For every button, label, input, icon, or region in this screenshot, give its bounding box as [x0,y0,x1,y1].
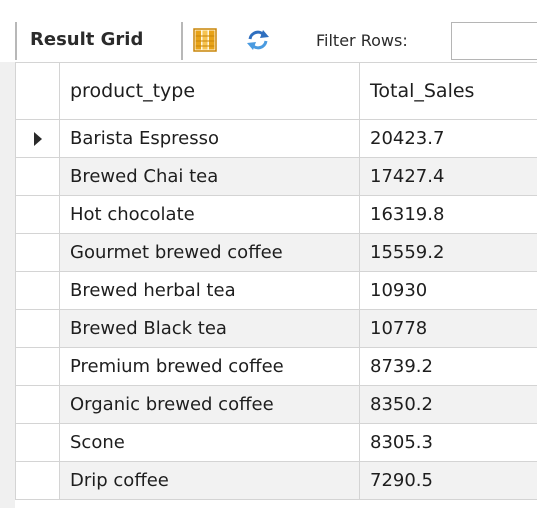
cell-product-type[interactable]: Brewed Chai tea [59,157,360,196]
toolbar-separator [15,22,17,60]
result-table: product_type Total_Sales Barista Espress… [15,62,537,500]
grid-layout-icon[interactable] [193,28,217,52]
cell-product-type[interactable]: Premium brewed coffee [59,347,360,386]
table-row[interactable]: Organic brewed coffee 8350.2 [15,385,537,424]
table-row[interactable]: Brewed Chai tea 17427.4 [15,157,537,196]
cell-total-sales[interactable]: 10778 [359,309,537,348]
cell-total-sales[interactable]: 10930 [359,271,537,310]
filter-rows-input[interactable] [451,22,537,60]
cell-total-sales[interactable]: 17427.4 [359,157,537,196]
row-indicator[interactable] [15,157,60,196]
table-row[interactable]: Gourmet brewed coffee 15559.2 [15,233,537,272]
cell-product-type[interactable]: Hot chocolate [59,195,360,234]
table-row[interactable]: Premium brewed coffee 8739.2 [15,347,537,386]
cell-product-type[interactable]: Organic brewed coffee [59,385,360,424]
cell-total-sales[interactable]: 16319.8 [359,195,537,234]
cell-product-type[interactable]: Brewed herbal tea [59,271,360,310]
row-indicator[interactable] [15,271,60,310]
table-row[interactable]: Hot chocolate 16319.8 [15,195,537,234]
cell-product-type[interactable]: Barista Espresso [59,119,360,158]
row-indicator[interactable] [15,119,60,158]
row-indicator[interactable] [15,461,60,500]
column-header-total-sales[interactable]: Total_Sales [359,62,537,120]
row-indicator[interactable] [15,195,60,234]
current-row-arrow-icon [33,132,42,146]
cell-total-sales[interactable]: 20423.7 [359,119,537,158]
cell-product-type[interactable]: Brewed Black tea [59,309,360,348]
row-indicator[interactable] [15,309,60,348]
toolbar-separator [181,22,183,60]
row-indicator[interactable] [15,423,60,462]
cell-product-type[interactable]: Drip coffee [59,461,360,500]
row-indicator[interactable] [15,385,60,424]
cell-total-sales[interactable]: 7290.5 [359,461,537,500]
row-indicator[interactable] [15,347,60,386]
table-row[interactable]: Barista Espresso 20423.7 [15,119,537,158]
cell-total-sales[interactable]: 8305.3 [359,423,537,462]
table-row[interactable]: Brewed herbal tea 10930 [15,271,537,310]
cell-product-type[interactable]: Scone [59,423,360,462]
refresh-icon[interactable] [245,29,271,51]
result-grid-tab[interactable]: Result Grid [30,29,143,50]
filter-rows-label: Filter Rows: [316,31,408,50]
cell-total-sales[interactable]: 8739.2 [359,347,537,386]
result-grid: product_type Total_Sales Barista Espress… [15,62,537,508]
cell-total-sales[interactable]: 8350.2 [359,385,537,424]
table-row[interactable]: Brewed Black tea 10778 [15,309,537,348]
table-row[interactable]: Scone 8305.3 [15,423,537,462]
cell-product-type[interactable]: Gourmet brewed coffee [59,233,360,272]
table-row[interactable]: Drip coffee 7290.5 [15,461,537,500]
column-header-product-type[interactable]: product_type [59,62,360,120]
header-row: product_type Total_Sales [15,62,537,120]
cell-total-sales[interactable]: 15559.2 [359,233,537,272]
row-indicator-header [15,62,60,120]
row-indicator[interactable] [15,233,60,272]
result-grid-panel: Result Grid Filter Rows: product_type To… [0,0,537,508]
result-toolbar: Result Grid Filter Rows: [0,0,537,62]
